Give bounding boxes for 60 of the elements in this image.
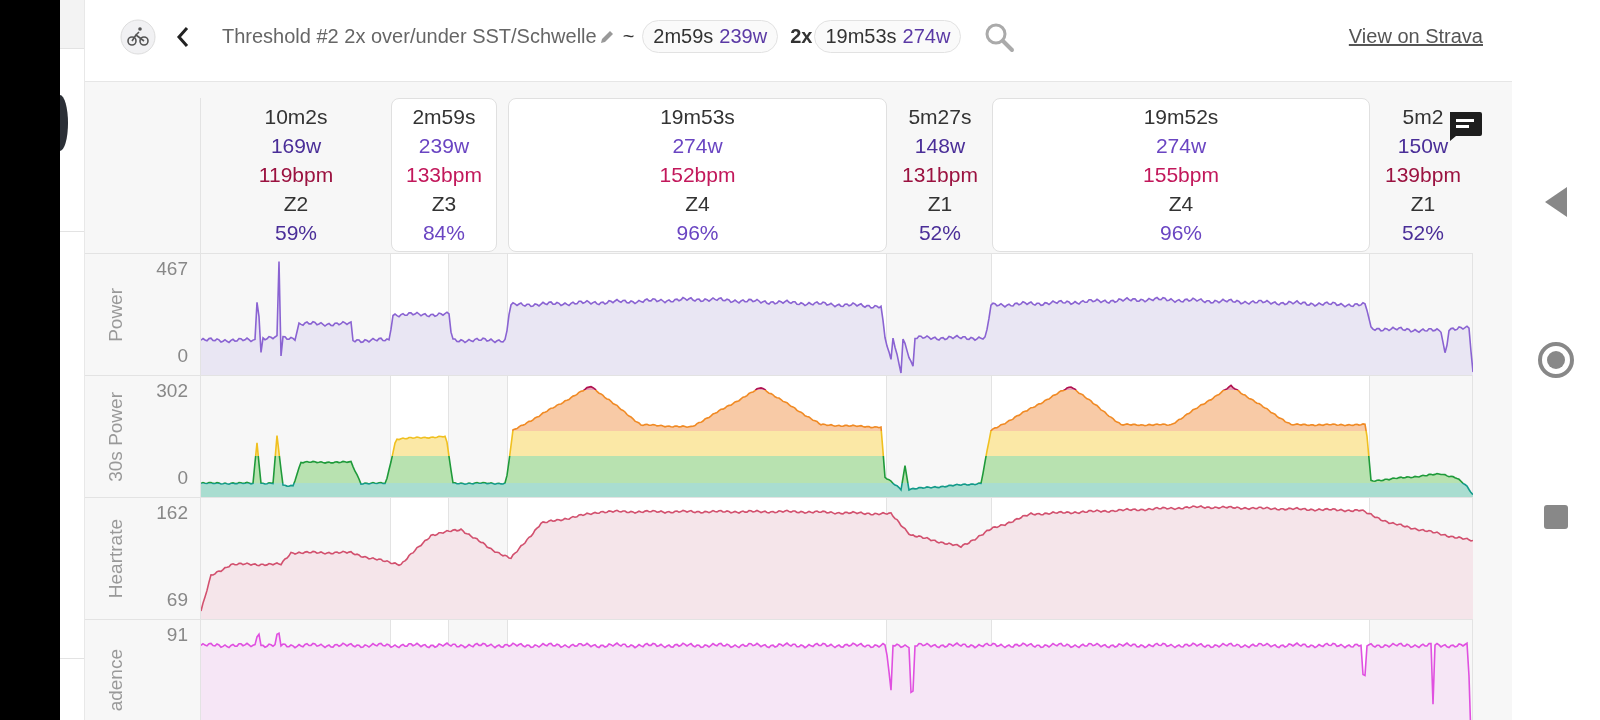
interval-percent: 52% bbox=[1401, 220, 1444, 246]
comment-icon[interactable] bbox=[1447, 110, 1483, 142]
interval-duration: 19m52s bbox=[1143, 104, 1219, 130]
axis-label: 30s Power bbox=[105, 391, 127, 482]
interval-power: 169w bbox=[270, 133, 322, 159]
interval-card[interactable]: 19m53s 274w 152bpm Z4 96% bbox=[508, 98, 887, 252]
axis-tick: 302 bbox=[156, 380, 188, 402]
interval-heartrate: 119bpm bbox=[258, 162, 334, 188]
interval-duration: 5m27s bbox=[908, 104, 972, 130]
interval-card[interactable]: 10m2s 169w 119bpm Z2 59% bbox=[201, 98, 391, 252]
axis-tick: 91 bbox=[166, 624, 188, 646]
interval-power: 274w bbox=[1155, 133, 1207, 159]
interval-summary-pill[interactable]: 19m53s 274w bbox=[814, 20, 962, 53]
interval-card[interactable]: 5m2 150w 139bpm Z1 52% bbox=[1370, 98, 1476, 252]
interval-power: 150w bbox=[1397, 133, 1449, 159]
interval-card[interactable]: 19m52s 274w 155bpm Z4 96% bbox=[992, 98, 1370, 252]
interval-duration: 19m53s bbox=[660, 104, 735, 130]
triangle-icon[interactable] bbox=[1543, 185, 1569, 219]
interval-zone: Z2 bbox=[283, 191, 309, 217]
interval-percent: 59% bbox=[275, 220, 317, 246]
axis-tick: 69 bbox=[166, 589, 188, 611]
interval-card[interactable]: 2m59s 239w 133bpm Z3 84% bbox=[391, 98, 497, 252]
interval-duration: 2m59s bbox=[412, 104, 476, 130]
axis-label: Heartrate bbox=[105, 518, 127, 599]
activity-title: Threshold #2 2x over/under SST/Schwelle bbox=[222, 25, 597, 48]
interval-power: 239w bbox=[418, 133, 470, 159]
axis-label: adence bbox=[105, 649, 127, 712]
interval-percent: 96% bbox=[1160, 220, 1202, 246]
interval-percent: 96% bbox=[676, 220, 719, 246]
interval-zone: Z4 bbox=[1168, 191, 1194, 217]
axis-tick: 467 bbox=[156, 258, 188, 280]
interval-heartrate: 139bpm bbox=[1385, 162, 1461, 188]
interval-heartrate: 133bpm bbox=[406, 162, 482, 188]
back-chevron-icon[interactable] bbox=[176, 25, 190, 48]
strava-link[interactable]: View on Strava bbox=[1348, 25, 1483, 48]
interval-card[interactable]: 5m27s 148w 131bpm Z1 52% bbox=[887, 98, 993, 252]
interval-percent: 52% bbox=[918, 220, 961, 246]
interval-zone: Z1 bbox=[1410, 191, 1436, 217]
ring-icon[interactable] bbox=[1537, 341, 1575, 379]
interval-summary-pill[interactable]: 2m59s 239w bbox=[642, 20, 779, 53]
interval-zone: Z1 bbox=[927, 191, 953, 217]
repeat-count: 2x bbox=[790, 25, 813, 48]
pencil-icon[interactable] bbox=[598, 28, 615, 45]
square-icon[interactable] bbox=[1543, 504, 1569, 530]
interval-power: 148w bbox=[914, 133, 966, 159]
interval-duration: 5m2 bbox=[1402, 104, 1444, 130]
interval-heartrate: 131bpm bbox=[902, 162, 978, 188]
interval-zone: Z4 bbox=[685, 191, 710, 217]
bicycle-icon[interactable] bbox=[120, 18, 156, 55]
axis-tick: 162 bbox=[156, 502, 188, 524]
interval-duration: 10m2s bbox=[264, 104, 328, 130]
interval-zone: Z3 bbox=[431, 191, 457, 217]
interval-percent: 84% bbox=[422, 220, 465, 246]
axis-label: Power bbox=[105, 287, 127, 342]
interval-power: 274w bbox=[672, 133, 723, 159]
interval-heartrate: 155bpm bbox=[1143, 162, 1219, 188]
interval-heartrate: 152bpm bbox=[659, 162, 736, 188]
axis-tick: 0 bbox=[177, 467, 188, 489]
axis-tick: 0 bbox=[177, 345, 188, 367]
tilde-separator: ~ bbox=[622, 25, 635, 48]
